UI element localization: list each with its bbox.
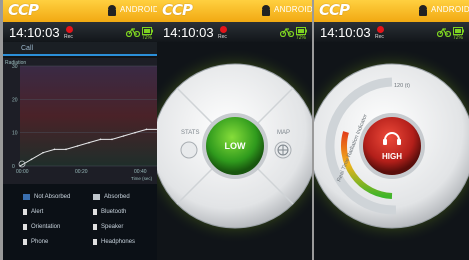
stats-icon (180, 141, 198, 159)
not-absorbed-icon (23, 194, 30, 200)
bike-icon (280, 27, 294, 37)
stats-label: STATS (181, 130, 199, 136)
legend-item: Headphones (93, 239, 135, 245)
clock: 14:10:03 (320, 25, 371, 40)
android-icon (108, 5, 116, 16)
x-tick-label: 00:00 (16, 169, 29, 175)
bluetooth-icon (93, 209, 97, 215)
phone-icon (23, 239, 27, 245)
gauge-max-label: 120 (t) (394, 83, 410, 89)
phone-screen-graph: CCP ANDROID 14:10:03 Rec 72% Call Radiat… (3, 0, 158, 260)
app-banner: CCP ANDROID (157, 0, 312, 22)
android-icon (262, 5, 270, 16)
clock: 14:10:03 (9, 25, 60, 40)
phone-screen-low: CCP ANDROID 14:10:03 Rec 72% STATS MAP L… (157, 0, 312, 260)
low-dial: STATS MAP LOW (157, 48, 312, 244)
legend-item: Absorbed (93, 194, 130, 200)
legend-label: Alert (31, 209, 44, 215)
legend-item: Bluetooth (93, 209, 126, 215)
legend-label: Absorbed (104, 194, 130, 200)
status-bar: 14:10:03 Rec 72% (3, 22, 158, 42)
data-point (53, 148, 56, 151)
y-tick-label: 30 (12, 64, 18, 70)
android-label: ANDROID (274, 5, 312, 14)
alert-icon (23, 209, 27, 215)
level-label: LOW (225, 141, 246, 151)
legend-item: Orientation (23, 224, 60, 230)
app-logo: CCP (8, 1, 39, 19)
data-point (122, 135, 125, 137)
x-tick-label: 00:20 (75, 169, 88, 175)
bike-icon (437, 27, 451, 37)
legend-item: Not Absorbed (23, 194, 70, 200)
status-bar: 14:10:03 Rec 72% (314, 22, 469, 42)
battery-icon (142, 27, 153, 35)
rec-icon[interactable] (66, 26, 73, 33)
battery-percent: 72% (142, 35, 153, 41)
y-tick-label: 20 (12, 97, 18, 103)
high-level-button[interactable] (363, 117, 421, 175)
legend-item: Phone (23, 239, 48, 245)
data-point (88, 141, 90, 144)
battery-percent: 72% (453, 35, 464, 41)
data-point (30, 158, 33, 161)
rec-icon[interactable] (220, 26, 227, 33)
phone-screen-high: CCP ANDROID 14:10:03 Rec 72% 120 (t) Rea… (314, 0, 469, 260)
data-point (99, 138, 102, 141)
chart-svg: Radiation Time (sec) 302010000:00 00:20 00… (5, 60, 158, 181)
legend-label: Phone (31, 239, 49, 245)
headphones-icon (93, 239, 97, 245)
x-tick-label: 00:40 (134, 169, 147, 175)
app-banner: CCP ANDROID (314, 0, 469, 22)
map-label: MAP (277, 130, 290, 136)
battery-icon (296, 27, 307, 35)
bike-icon (126, 27, 140, 37)
legend-label: Headphones (101, 239, 136, 245)
data-point (76, 145, 79, 147)
data-point (134, 131, 136, 134)
legend-label: Bluetooth (101, 209, 127, 215)
legend-label: Speaker (101, 224, 124, 230)
data-point (42, 151, 44, 154)
battery-icon (453, 27, 464, 35)
legend-label: Not Absorbed (34, 194, 71, 200)
y-tick-label: 10 (12, 131, 18, 137)
clock: 14:10:03 (163, 25, 214, 40)
rec-icon[interactable] (377, 26, 384, 33)
data-point (111, 138, 113, 141)
level-label: HIGH (382, 152, 402, 161)
legend-label: Orientation (31, 224, 61, 230)
battery-percent: 72% (296, 35, 307, 41)
app-logo: CCP (162, 1, 193, 19)
rec-label: Rec (375, 34, 384, 40)
data-point (65, 148, 67, 151)
map-button[interactable]: MAP (274, 130, 292, 159)
android-label: ANDROID (120, 5, 158, 14)
data-point (145, 128, 148, 131)
android-icon (419, 5, 427, 16)
high-dial: 120 (t) Real Time Radiation Indicator HI… (314, 48, 469, 244)
android-label: ANDROID (431, 5, 469, 14)
plot-background (20, 66, 158, 166)
speaker-icon (93, 224, 97, 230)
rec-label: Rec (218, 34, 227, 40)
radiation-chart: Radiation Time (sec) 30 20 10 0 00:00 00:20 00… (3, 58, 158, 184)
rec-label: Rec (64, 34, 73, 40)
status-bar: 14:10:03 Rec 72% (157, 22, 312, 42)
orientation-icon (23, 224, 27, 230)
absorbed-icon (93, 194, 100, 200)
legend-panel: Not Absorbed Absorbed Alert Bluetooth Orient… (3, 184, 158, 260)
legend-item: Speaker (93, 224, 123, 230)
x-axis-label: Time (sec) (131, 176, 153, 181)
y-tick-label: 0 (12, 164, 15, 170)
app-logo: CCP (319, 1, 350, 19)
app-banner: CCP ANDROID (3, 0, 158, 22)
legend-item: Alert (23, 209, 43, 215)
tab-call[interactable]: Call (3, 42, 158, 56)
